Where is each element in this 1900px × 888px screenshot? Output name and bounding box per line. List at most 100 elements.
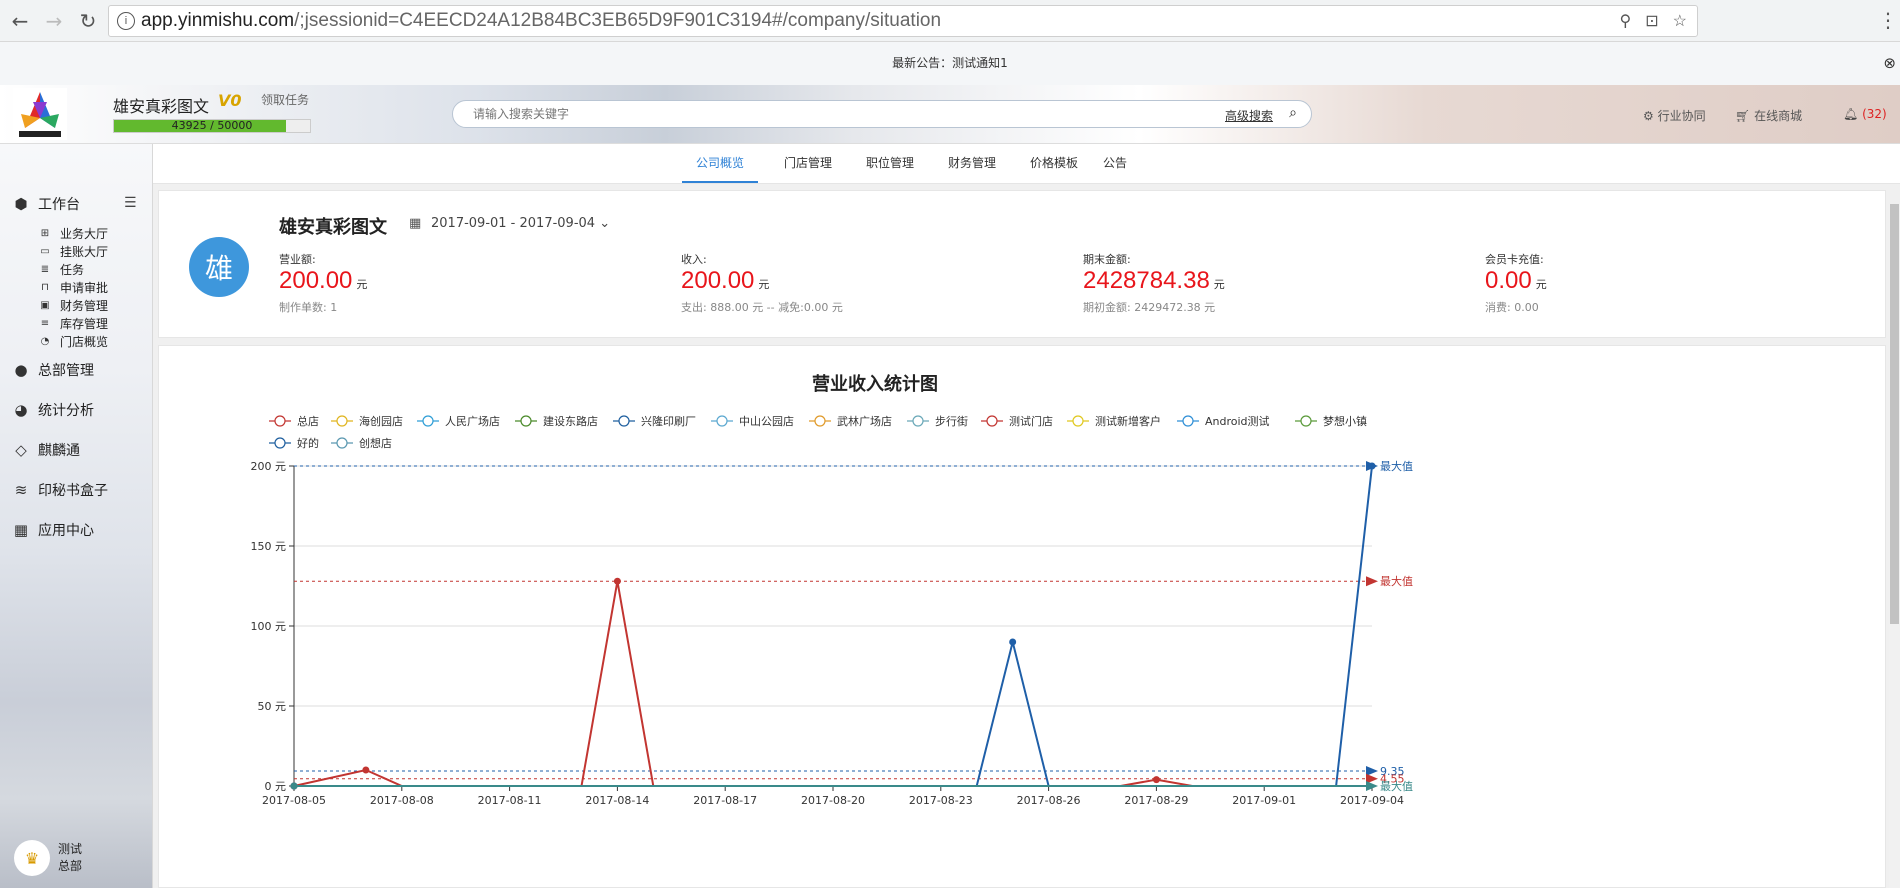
data-point xyxy=(290,782,298,790)
data-point xyxy=(362,766,370,774)
sidebar-sub-inventory[interactable]: ≡ 库存管理 xyxy=(38,315,108,332)
online-mall-link[interactable]: 🛒︎ 在线商城 xyxy=(1735,107,1802,124)
bookmark-star-icon[interactable]: ☆ xyxy=(1673,11,1687,31)
cube-icon: ⬢ xyxy=(14,195,28,213)
page-scrollbar[interactable] xyxy=(1889,204,1900,888)
sidebar-sub-label: 库存管理 xyxy=(60,317,109,331)
legend-marker xyxy=(274,415,286,427)
sidebar-sub-store-overview[interactable]: ◔ 门店概览 xyxy=(38,333,108,350)
revenue-line-chart: 总店 海创园店 人民广场店 建设东路店 兴隆印刷厂 中山公园店 武林广场店 步行街 测试门店 测试… xyxy=(251,414,1414,807)
legend-marker xyxy=(986,415,998,427)
zoom-icon[interactable]: ⚲ xyxy=(1620,11,1632,31)
sidebar-item-qilintong[interactable]: ◇ 麒麟通 xyxy=(12,440,80,460)
sidebar-sub-label: 门店概览 xyxy=(60,335,109,349)
user-role: 总部 xyxy=(58,859,83,873)
sidebar-item-statistics[interactable]: ◕ 统计分析 xyxy=(12,400,94,420)
list-toggle-icon[interactable]: ☰ xyxy=(124,195,137,211)
y-tick-label: 150 元 xyxy=(251,540,287,553)
claim-task-link[interactable]: 领取任务 xyxy=(261,91,309,108)
search-input[interactable] xyxy=(473,104,1153,124)
stat-value: 200.00 xyxy=(681,267,755,294)
legend-label: 好的 xyxy=(297,436,319,450)
wifi-icon: ≋ xyxy=(14,481,28,499)
tab-position-management[interactable]: 职位管理 xyxy=(855,144,925,183)
progress-text: 43925 / 50000 xyxy=(171,119,253,132)
legend-marker xyxy=(336,415,348,427)
sidebar-sub-business-hall[interactable]: ⊞ 业务大厅 xyxy=(38,225,108,242)
stat-label: 收入: xyxy=(681,253,707,266)
x-tick-label: 2017-08-29 xyxy=(1124,794,1188,807)
search-icon[interactable]: ⌕ xyxy=(1289,105,1297,121)
company-logo[interactable] xyxy=(13,88,67,140)
tab-finance-management[interactable]: 财务管理 xyxy=(937,144,1007,183)
x-tick-label: 2017-08-11 xyxy=(478,794,542,807)
x-tick-label: 2017-08-26 xyxy=(1017,794,1081,807)
announcement-text[interactable]: 最新公告：测试通知1 xyxy=(892,56,1008,70)
mark-line-arrow xyxy=(1366,576,1378,587)
sidebar-sub-credit-hall[interactable]: ▭ 挂账大厅 xyxy=(38,243,108,260)
info-icon[interactable]: i xyxy=(117,12,135,30)
sidebar-item-workbench[interactable]: ⬢ 工作台 xyxy=(12,194,80,214)
list-icon: ≣ xyxy=(40,264,50,275)
sidebar-item-app-center[interactable]: ▦ 应用中心 xyxy=(12,520,94,540)
sidebar-item-label: 应用中心 xyxy=(38,523,94,539)
translate-icon[interactable]: ⊡ xyxy=(1645,11,1658,31)
sidebar-item-label: 工作台 xyxy=(38,197,80,213)
reload-icon[interactable]: ↻ xyxy=(74,9,102,33)
x-tick-label: 2017-08-08 xyxy=(370,794,434,807)
stat-value: 200.00 xyxy=(279,267,353,294)
cart-icon: 🛒︎ xyxy=(1735,109,1751,123)
data-point xyxy=(1009,638,1017,646)
x-tick-label: 2017-08-05 xyxy=(262,794,326,807)
sidebar-sub-tasks[interactable]: ≣ 任务 xyxy=(38,261,84,278)
database-icon: ≡ xyxy=(40,318,50,329)
mark-line-label: 最大值 xyxy=(1380,779,1413,793)
notifications-button[interactable]: 🔔︎ (32) xyxy=(1843,107,1887,121)
address-bar[interactable]: i app.yinmishu.com /;jsessionid=C4EECD24… xyxy=(108,5,1698,37)
tab-announcements[interactable]: 公告 xyxy=(1095,144,1135,183)
scrollbar-thumb[interactable] xyxy=(1890,204,1899,624)
stat-label: 会员卡充值: xyxy=(1485,253,1544,266)
tab-store-management[interactable]: 门店管理 xyxy=(773,144,843,183)
legend-marker xyxy=(618,415,630,427)
browser-menu-icon[interactable]: ⋮ xyxy=(1878,8,1898,32)
legend-marker xyxy=(1300,415,1312,427)
x-tick-label: 2017-09-01 xyxy=(1232,794,1296,807)
calendar-icon[interactable]: ▦ xyxy=(409,216,421,231)
back-icon[interactable]: ← xyxy=(6,9,34,33)
industry-collab-link[interactable]: ⚙ 行业协同 xyxy=(1643,107,1706,124)
sidebar-item-box[interactable]: ≋ 印秘书盒子 xyxy=(12,480,108,500)
industry-collab-label: 行业协同 xyxy=(1657,109,1706,123)
tab-company-overview[interactable]: 公司概览 xyxy=(682,144,758,183)
legend-marker xyxy=(1182,415,1194,427)
user-profile[interactable]: ♛ 测试 总部 xyxy=(14,840,82,876)
pie-chart-icon: ◕ xyxy=(14,401,28,419)
date-range-picker[interactable]: 2017-09-01 - 2017-09-04 ⌄ xyxy=(431,216,610,231)
close-icon[interactable]: ⊗ xyxy=(1883,42,1896,85)
x-tick-label: 2017-09-04 xyxy=(1340,794,1404,807)
tab-price-template[interactable]: 价格模板 xyxy=(1019,144,1089,183)
sidebar-item-label: 印秘书盒子 xyxy=(38,483,108,499)
sidebar-sub-finance[interactable]: ▣ 财务管理 xyxy=(38,297,108,314)
legend-marker xyxy=(274,437,286,449)
stat-sub: 支出: 888.00 元 -- 减免:0.00 元 xyxy=(681,301,843,314)
legend-marker xyxy=(520,415,532,427)
forward-icon[interactable]: → xyxy=(40,9,68,33)
search-box: 高级搜索 ⌕ xyxy=(452,100,1312,128)
credit-card-icon: ▭ xyxy=(40,246,50,257)
y-tick-label: 0 元 xyxy=(265,780,287,793)
y-tick-label: 100 元 xyxy=(251,620,287,633)
gears-icon: ⚙ xyxy=(1643,109,1654,123)
grid-icon: ▦ xyxy=(13,521,29,539)
legend-label: 海创园店 xyxy=(359,414,403,428)
revenue-chart-card: 营业收入统计图 总店 海创园店 人民广场店 建设东路店 兴隆印刷厂 中山公园店 武林广场店步… xyxy=(158,345,1886,888)
advanced-search-link[interactable]: 高级搜索 xyxy=(1225,107,1273,124)
briefcase-icon: ▣ xyxy=(40,300,50,311)
stat-label: 期末金额: xyxy=(1083,253,1131,266)
legend-label: 测试新增客户 xyxy=(1095,414,1161,428)
sidebar-sub-approvals[interactable]: ⊓ 申请审批 xyxy=(38,279,108,296)
sidebar-sub-label: 财务管理 xyxy=(60,299,109,313)
unlock-icon: ⊓ xyxy=(41,282,49,293)
company-summary-card: 雄 雄安真彩图文 ▦ 2017-09-01 - 2017-09-04 ⌄ 营业额… xyxy=(158,190,1886,338)
x-tick-label: 2017-08-20 xyxy=(801,794,865,807)
